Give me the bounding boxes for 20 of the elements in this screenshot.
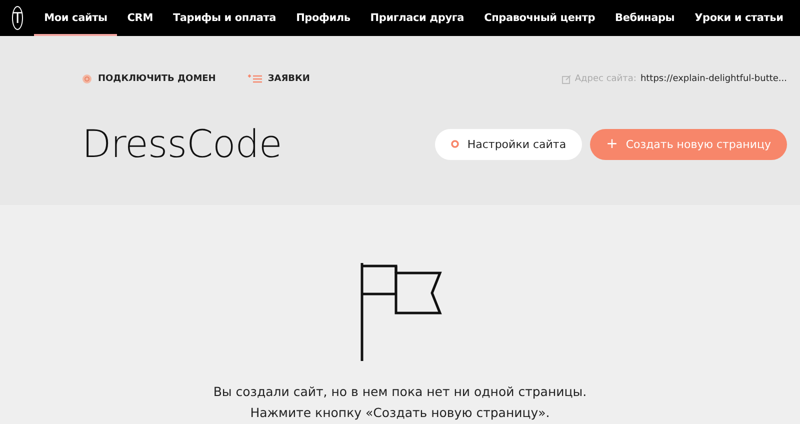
header-link[interactable]: ПОДКЛЮЧИТЬ ДОМЕН [82,74,216,84]
flag-icon [358,263,442,363]
address-label: Адрес сайта: [574,74,636,84]
nav-link[interactable]: Справочный центр [474,0,606,36]
nav-tab[interactable]: Профиль [286,0,360,36]
nav-link[interactable]: Уроки и статьи [684,0,794,36]
site-title: DressCode [82,122,282,166]
settings-dot-icon [451,140,460,148]
nav-tab[interactable]: CRM [117,0,163,36]
nav-tab[interactable]: Пригласи друга [360,0,474,36]
site-address[interactable]: https://explain-delightful-butte... [640,74,787,84]
header-link[interactable]: ЗАЯВКИ [248,74,310,84]
nav-tab[interactable]: Тарифы и оплата [162,0,286,36]
globe-icon [82,74,92,84]
nav-link[interactable]: Вебинары [605,0,685,36]
edit-icon [562,74,571,84]
list-add-icon [248,74,262,84]
empty-state-text: Нажмите кнопку «Создать новую страницу». [250,404,550,422]
empty-state-text: Вы создали сайт, но в нем пока нет ни одной страницы. [213,383,587,401]
site-settings-button[interactable]: Настройки сайта [435,128,582,160]
